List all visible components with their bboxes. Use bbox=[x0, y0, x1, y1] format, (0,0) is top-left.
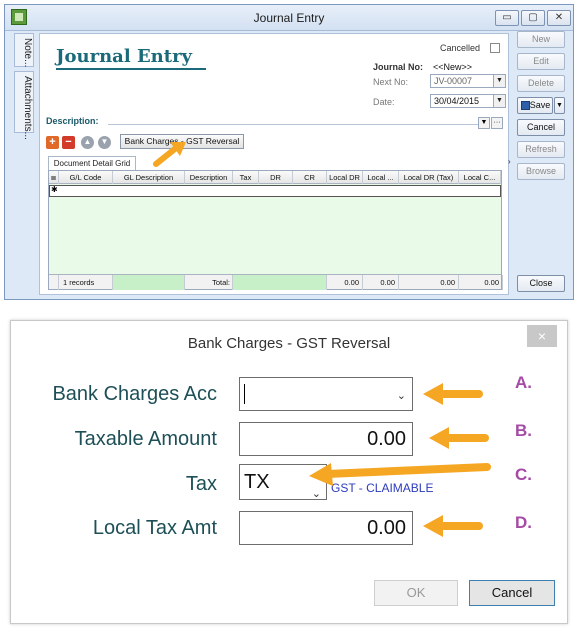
footer-tax-dr-cr bbox=[233, 275, 327, 290]
journal-no-label: Journal No: bbox=[373, 62, 424, 72]
title-underline bbox=[56, 68, 206, 70]
total-local-dr: 0.00 bbox=[327, 275, 363, 290]
grid-footer: 1 records Total: 0.00 0.00 0.00 0.00 bbox=[49, 274, 503, 290]
date-picker[interactable]: 30/04/2015 ▼ bbox=[430, 94, 506, 108]
column-header[interactable]: Tax bbox=[233, 171, 259, 184]
page-title: Journal Entry bbox=[56, 46, 193, 67]
title-bar: Journal Entry ▭ ▢ ✕ bbox=[5, 5, 573, 31]
journal-no-value: <<New>> bbox=[433, 62, 473, 72]
close-form-button[interactable]: Close bbox=[517, 275, 565, 292]
column-header[interactable]: Local DR bbox=[327, 171, 363, 184]
save-button[interactable]: Save bbox=[517, 97, 553, 114]
close-button[interactable]: ✕ bbox=[547, 10, 571, 26]
annotation-a: A. bbox=[515, 373, 532, 392]
window-title: Journal Entry bbox=[253, 11, 325, 25]
cancel-button[interactable]: Cancel bbox=[517, 119, 565, 136]
description-input[interactable] bbox=[108, 124, 478, 125]
cancel-button[interactable]: Cancel bbox=[469, 580, 555, 606]
local-tax-amt-input[interactable]: 0.00 bbox=[239, 511, 413, 545]
annotation-b: B. bbox=[515, 421, 532, 440]
column-header[interactable]: G/L Code bbox=[59, 171, 113, 184]
column-header[interactable]: Local DR (Tax) bbox=[399, 171, 459, 184]
annotation-arrow bbox=[153, 142, 186, 167]
bank-charges-dialog: Bank Charges - GST Reversal × Bank Charg… bbox=[10, 320, 568, 624]
taxable-amount-label: Taxable Amount bbox=[74, 428, 217, 450]
refresh-button[interactable]: Refresh bbox=[517, 141, 565, 158]
next-no-value: JV-00007 bbox=[434, 76, 473, 86]
ok-button[interactable]: OK bbox=[374, 580, 458, 606]
records-count: 1 records bbox=[59, 275, 113, 290]
new-button[interactable]: New bbox=[517, 31, 565, 48]
delete-button[interactable]: Delete bbox=[517, 75, 565, 92]
bank-charges-acc-combo[interactable]: ⌄ bbox=[239, 377, 413, 411]
column-header[interactable]: GL Description bbox=[113, 171, 185, 184]
total-local-c: 0.00 bbox=[459, 275, 503, 290]
journal-form: Journal Entry Cancelled Journal No: <<Ne… bbox=[39, 33, 509, 295]
total-local-dr-tax: 0.00 bbox=[399, 275, 459, 290]
save-label: Save bbox=[529, 100, 551, 110]
column-header[interactable]: CR bbox=[293, 171, 327, 184]
date-value: 30/04/2015 bbox=[434, 96, 480, 106]
description-more-button[interactable]: ··· bbox=[491, 117, 503, 129]
browse-button[interactable]: Browse bbox=[517, 163, 565, 180]
total-label: Total: bbox=[185, 275, 233, 290]
column-header[interactable]: Local ... bbox=[363, 171, 399, 184]
chevron-down-icon[interactable]: ▼ bbox=[493, 95, 505, 107]
tax-value: TX bbox=[244, 471, 270, 493]
footer-spacer bbox=[49, 275, 59, 290]
annotation-arrow-b bbox=[429, 427, 489, 449]
local-tax-amt-label: Local Tax Amt bbox=[92, 517, 217, 539]
annotation-d: D. bbox=[515, 513, 532, 532]
column-header[interactable]: Local C... bbox=[459, 171, 501, 184]
footer-gl-description bbox=[113, 275, 185, 290]
new-row-marker: ✱ bbox=[51, 185, 58, 194]
taxable-amount-input[interactable]: 0.00 bbox=[239, 422, 413, 456]
edit-button[interactable]: Edit bbox=[517, 53, 565, 70]
grid-indicator-col: ≣ bbox=[49, 171, 59, 184]
remove-row-icon[interactable]: − bbox=[62, 136, 75, 149]
total-local-col: 0.00 bbox=[363, 275, 399, 290]
floppy-disk-icon bbox=[521, 101, 530, 110]
note-side-tab[interactable]: Note... bbox=[14, 33, 34, 67]
chevron-down-icon[interactable]: ▼ bbox=[493, 75, 505, 87]
table-row[interactable]: ✱ bbox=[49, 185, 501, 197]
maximize-button[interactable]: ▢ bbox=[521, 10, 545, 26]
bank-charges-acc-label: Bank Charges Acc bbox=[52, 383, 217, 405]
tab-document-detail-grid[interactable]: Document Detail Grid bbox=[48, 156, 136, 170]
cancelled-checkbox[interactable] bbox=[490, 43, 500, 53]
minimize-button[interactable]: ▭ bbox=[495, 10, 519, 26]
annotation-arrow-d bbox=[423, 515, 483, 537]
cancelled-label: Cancelled bbox=[440, 43, 481, 53]
annotation-arrow-c bbox=[309, 463, 491, 486]
splitter-arrow-icon[interactable]: › bbox=[508, 157, 511, 166]
date-label: Date: bbox=[373, 97, 395, 107]
close-icon[interactable]: × bbox=[527, 325, 557, 347]
next-no-combo[interactable]: JV-00007 ▼ bbox=[430, 74, 506, 88]
move-up-icon[interactable]: ▲ bbox=[81, 136, 94, 149]
description-label: Description: bbox=[46, 116, 99, 126]
chevron-down-icon[interactable]: ⌄ bbox=[397, 389, 406, 402]
attachments-side-tab[interactable]: Attachments... bbox=[14, 71, 34, 140]
move-down-icon[interactable]: ▼ bbox=[98, 136, 111, 149]
tax-label: Tax bbox=[185, 473, 217, 495]
save-dropdown-button[interactable]: ▼ bbox=[554, 97, 565, 114]
journal-entry-window: Journal Entry ▭ ▢ ✕ Note... Attachments.… bbox=[4, 4, 574, 300]
text-cursor bbox=[244, 384, 245, 404]
description-dropdown[interactable]: ▼ bbox=[478, 117, 490, 129]
annotation-c: C. bbox=[515, 465, 532, 484]
add-row-icon[interactable]: + bbox=[46, 136, 59, 149]
dialog-title: Bank Charges - GST Reversal bbox=[187, 335, 391, 352]
column-header[interactable]: Description bbox=[185, 171, 233, 184]
annotation-arrow-a bbox=[423, 383, 483, 405]
grid-header: ≣ G/L Code GL Description Description Ta… bbox=[49, 171, 501, 184]
next-no-label: Next No: bbox=[373, 77, 409, 87]
column-header[interactable]: DR bbox=[259, 171, 293, 184]
document-detail-grid: ≣ G/L Code GL Description Description Ta… bbox=[48, 170, 503, 290]
